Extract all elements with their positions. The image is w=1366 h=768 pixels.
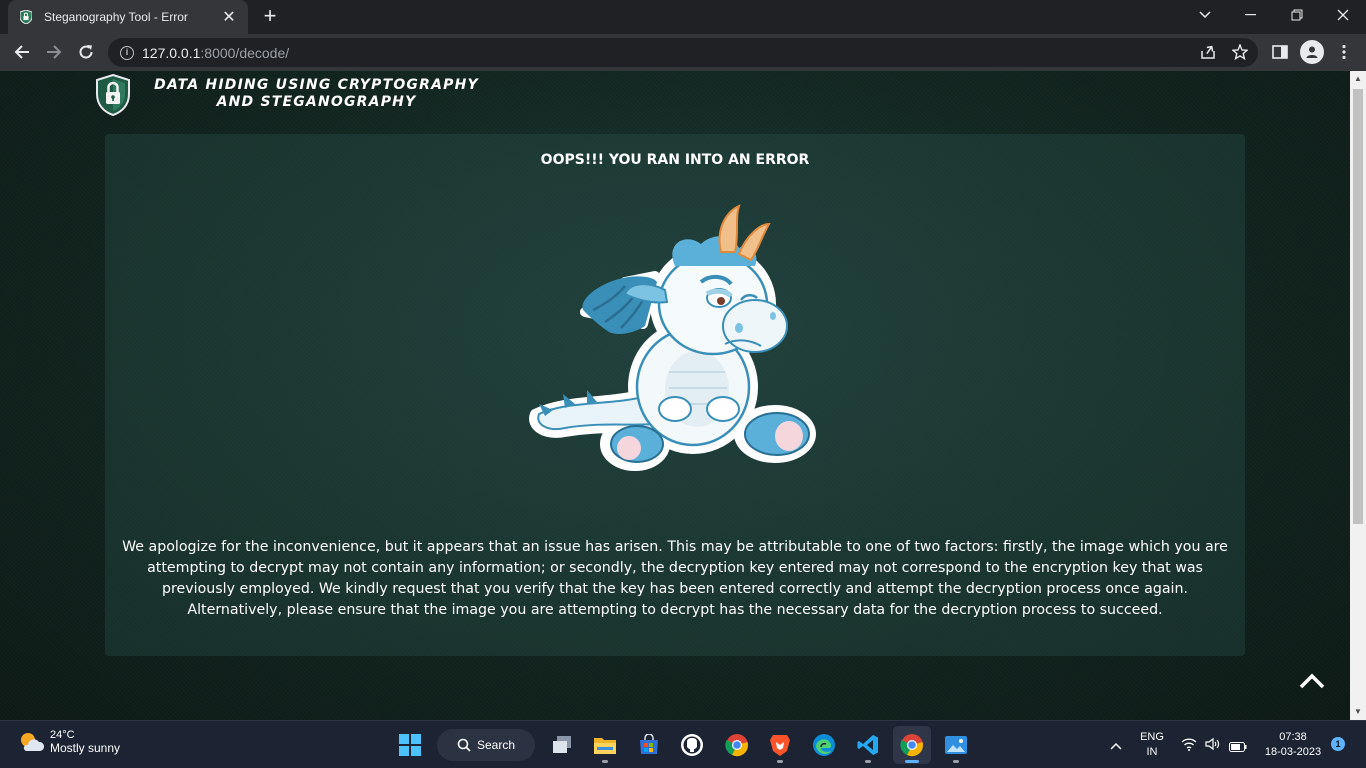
error-heading: OOPS!!! YOU RAN INTO AN ERROR: [540, 152, 810, 168]
tab-title: Steganography Tool - Error: [44, 10, 188, 24]
windows-start-icon[interactable]: [391, 726, 429, 764]
chevron-up-icon: [1299, 673, 1325, 689]
clock-date: 18-03-2023: [1264, 746, 1322, 758]
menu-icon[interactable]: [1334, 42, 1354, 62]
profile-icon[interactable]: [1300, 40, 1324, 64]
browser-toolbar: i 127.0.0.1:8000/decode/: [0, 34, 1366, 71]
file-explorer-icon[interactable]: [586, 726, 624, 764]
taskbar-search[interactable]: Search: [437, 729, 535, 761]
new-tab-button[interactable]: +: [258, 5, 282, 29]
weather-temp: 24°C: [50, 729, 75, 741]
scrollbar-thumb[interactable]: [1353, 89, 1363, 524]
scroll-down-icon[interactable]: ▼: [1350, 704, 1366, 720]
error-message: We apologize for the inconvenience, but …: [122, 539, 1228, 618]
back-icon[interactable]: [8, 38, 36, 66]
weather-widget[interactable]: 24°C Mostly sunny: [18, 729, 120, 755]
brave-icon[interactable]: [761, 726, 799, 764]
forward-icon[interactable]: [40, 38, 68, 66]
scroll-up-icon[interactable]: ▲: [1350, 71, 1366, 87]
github-icon[interactable]: [673, 726, 711, 764]
minimize-button[interactable]: [1228, 0, 1274, 30]
sidepanel-icon[interactable]: [1270, 42, 1290, 62]
shield-lock-icon: [95, 73, 131, 117]
chrome-active-icon[interactable]: [893, 726, 931, 764]
task-view-icon[interactable]: [543, 726, 581, 764]
windows-taskbar: 24°C Mostly sunny Search ENG IN 07:38 18…: [0, 720, 1366, 768]
search-icon: [457, 738, 471, 752]
reload-icon[interactable]: [72, 38, 100, 66]
language-indicator[interactable]: ENG IN: [1136, 730, 1168, 760]
shield-lock-icon: [18, 9, 34, 25]
url-path: :8000/decode/: [200, 44, 290, 61]
site-title[interactable]: DATA HIDING USING CRYPTOGRAPHY AND STEGA…: [144, 77, 489, 111]
page-viewport: DATA HIDING USING CRYPTOGRAPHY AND STEGA…: [0, 71, 1350, 720]
close-window-button[interactable]: [1320, 0, 1366, 30]
language-line-2: IN: [1146, 746, 1158, 758]
tab-close-icon[interactable]: ✕: [220, 7, 238, 27]
share-icon[interactable]: [1198, 42, 1218, 62]
browser-tab-bar: Steganography Tool - Error ✕ +: [0, 0, 1366, 34]
language-line-1: ENG: [1140, 731, 1164, 743]
info-icon[interactable]: i: [120, 45, 134, 60]
url-host: 127.0.0.1: [142, 44, 201, 61]
browser-tab[interactable]: Steganography Tool - Error ✕: [8, 0, 248, 34]
restore-button[interactable]: [1274, 0, 1320, 30]
search-label: Search: [477, 738, 516, 752]
star-icon[interactable]: [1230, 42, 1250, 62]
weather-sun-cloud-icon: [21, 733, 44, 751]
site-title-line-1: DATA HIDING USING CRYPTOGRAPHY: [154, 77, 479, 93]
battery-icon[interactable]: [1229, 739, 1247, 757]
photos-icon[interactable]: [937, 726, 975, 764]
weather-condition: Mostly sunny: [50, 741, 121, 755]
address-bar[interactable]: i 127.0.0.1:8000/decode/: [108, 38, 1258, 67]
sad-dragon-illustration: [525, 204, 825, 479]
edge-icon[interactable]: [805, 726, 843, 764]
vscode-icon[interactable]: [849, 726, 887, 764]
show-hidden-icons-chevron-icon[interactable]: [1110, 737, 1122, 755]
site-title-line-2: AND STEGANOGRAPHY: [216, 94, 417, 110]
clock[interactable]: 07:38 18-03-2023: [1256, 730, 1330, 760]
store-icon[interactable]: [630, 726, 668, 764]
page-scrollbar[interactable]: ▲ ▼: [1350, 71, 1366, 720]
notification-badge[interactable]: 1: [1331, 737, 1345, 751]
volume-icon[interactable]: [1205, 737, 1221, 756]
clock-time: 07:38: [1279, 731, 1307, 743]
chrome-icon[interactable]: [718, 726, 756, 764]
back-to-top-button[interactable]: [1296, 667, 1328, 693]
error-card: OOPS!!! YOU RAN INTO AN ERROR We apologi…: [105, 134, 1245, 656]
tab-search-chevron-icon[interactable]: [1182, 0, 1228, 30]
wifi-icon[interactable]: [1181, 737, 1197, 756]
